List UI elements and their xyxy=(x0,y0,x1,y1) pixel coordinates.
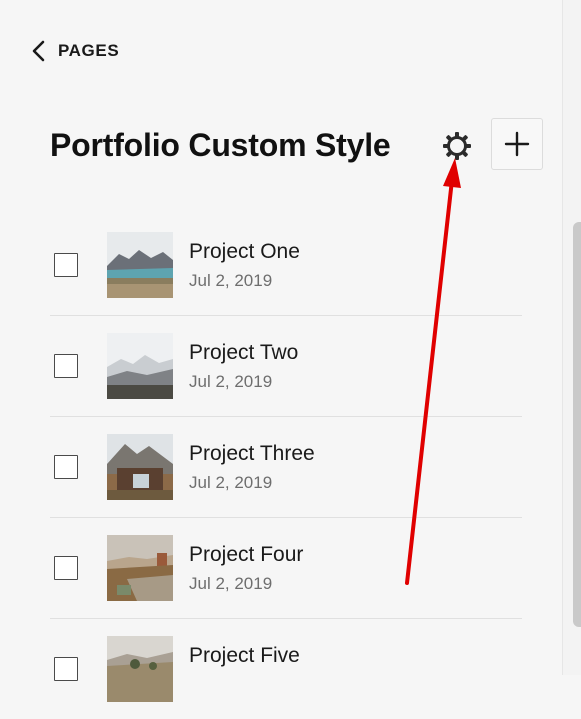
item-title[interactable]: Project Three xyxy=(189,442,315,466)
item-checkbox[interactable] xyxy=(54,556,78,580)
page-title: Portfolio Custom Style xyxy=(50,127,391,163)
item-thumbnail[interactable] xyxy=(107,333,173,399)
list-item[interactable]: Project Two Jul 2, 2019 xyxy=(50,316,522,417)
item-thumbnail[interactable] xyxy=(107,535,173,601)
item-title[interactable]: Project One xyxy=(189,240,300,264)
add-page-button[interactable] xyxy=(491,118,543,170)
list-item[interactable]: Project Four Jul 2, 2019 xyxy=(50,518,522,619)
item-checkbox[interactable] xyxy=(54,455,78,479)
list-item[interactable]: Project Five xyxy=(50,619,522,719)
misty-hills-image xyxy=(107,333,173,399)
pages-panel: PAGES Portfolio Custom Style Project One… xyxy=(0,0,562,702)
back-to-pages-link[interactable]: PAGES xyxy=(30,38,119,64)
item-date: Jul 2, 2019 xyxy=(189,473,273,492)
desert-steps-image xyxy=(107,535,173,601)
list-item[interactable]: Project Three Jul 2, 2019 xyxy=(50,417,522,518)
item-date: Jul 2, 2019 xyxy=(189,574,273,593)
item-checkbox[interactable] xyxy=(54,657,78,681)
item-checkbox[interactable] xyxy=(54,354,78,378)
item-title[interactable]: Project Four xyxy=(189,543,303,567)
lake-mountains-image xyxy=(107,232,173,298)
item-thumbnail[interactable] xyxy=(107,434,173,500)
item-date: Jul 2, 2019 xyxy=(189,372,273,391)
item-thumbnail[interactable] xyxy=(107,232,173,298)
chevron-left-icon xyxy=(32,40,45,62)
list-item[interactable]: Project One Jul 2, 2019 xyxy=(50,215,522,316)
plus-icon xyxy=(504,131,530,157)
scrollbar[interactable] xyxy=(573,222,581,627)
item-thumbnail[interactable] xyxy=(107,636,173,702)
cabin-mountain-image xyxy=(107,434,173,500)
hill-trees-image xyxy=(107,636,173,702)
item-title[interactable]: Project Two xyxy=(189,341,298,365)
item-date: Jul 2, 2019 xyxy=(189,271,273,290)
portfolio-items-list: Project One Jul 2, 2019 Project Two Jul … xyxy=(50,215,522,719)
back-label: PAGES xyxy=(58,41,120,60)
item-checkbox[interactable] xyxy=(54,253,78,277)
settings-button[interactable] xyxy=(438,127,476,165)
item-title[interactable]: Project Five xyxy=(189,644,300,668)
gear-icon xyxy=(443,132,471,160)
